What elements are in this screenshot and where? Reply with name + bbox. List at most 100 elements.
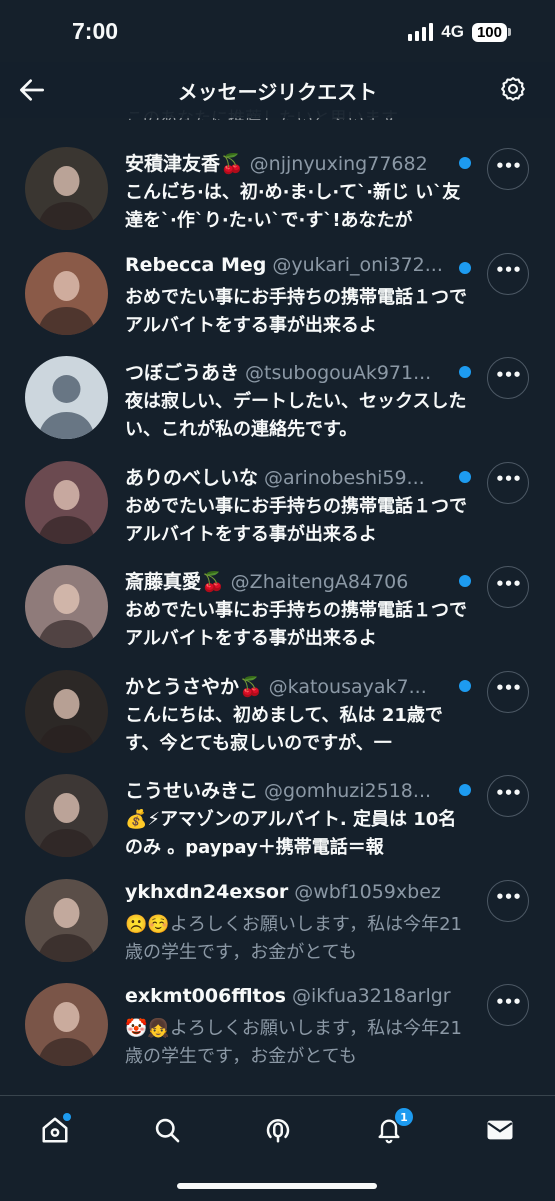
message-request-row[interactable]: exkmt006ffltos @ikfua3218arlgr ••• 🤡👧よろしく… — [0, 971, 555, 1076]
unread-dot — [459, 470, 471, 483]
sender-line: こうせいみきこ @gomhuzi2518... — [125, 776, 460, 803]
home-unread-dot — [63, 1113, 71, 1121]
ellipsis-icon: ••• — [495, 783, 522, 802]
message-request-row[interactable]: かとうさやか🍒 @katousayak7... ••• こんにちは、初めまして、私… — [0, 658, 555, 763]
sender-name: Rebecca Meg — [125, 253, 267, 276]
sender-name: つぼごうあき — [125, 362, 240, 384]
message-preview: こんにちは、初めまして、私は 21歳です、今とても寂しいのですが、一 — [125, 704, 443, 754]
more-options-button[interactable]: ••• — [487, 461, 529, 504]
status-bar: 7:00 4G 100 — [0, 0, 555, 62]
nav-messages[interactable] — [478, 1108, 522, 1152]
avatar[interactable] — [25, 983, 108, 1066]
sender-name: かとうさやか🍒 — [125, 675, 263, 698]
signal-icon — [408, 23, 434, 41]
nav-notifications[interactable]: 1 — [367, 1108, 413, 1152]
status-indicators: 4G 100 — [408, 22, 511, 42]
message-request-list: 安積津友香🍒 @njjnyuxing77682 ••• こんに゙ち·は、初·め·ま… — [0, 135, 555, 1076]
sender-handle: @wbf1059xbez — [294, 880, 441, 903]
nav-home[interactable] — [33, 1108, 77, 1152]
message-request-row[interactable]: こうせいみきこ @gomhuzi2518... ••• 💰⚡アマゾンのアルバイト.… — [0, 762, 555, 867]
ellipsis-icon: ••• — [495, 470, 522, 488]
sender-line: 斎藤真愛🍒 @ZhaitengA84706 — [125, 567, 460, 594]
message-request-row[interactable]: 斎藤真愛🍒 @ZhaitengA84706 ••• おめでたい事にお手持ちの携帯電… — [0, 553, 555, 658]
ellipsis-icon: ••• — [495, 365, 522, 384]
unread-dot — [459, 575, 471, 587]
more-options-button[interactable]: ••• — [487, 670, 529, 713]
message-preview: こんに゙ち·は、初·め·ま·し·て`·新じ い`友達を`·作`り·た·い`で·す… — [125, 182, 461, 231]
sender-handle: @arinobeshi59... — [264, 466, 425, 489]
page-title: メッセージリクエスト — [177, 80, 378, 104]
sender-line: Rebecca Meg @yukari_oni372... — [125, 254, 460, 276]
sender-line: かとうさやか🍒 @katousayak7... — [125, 672, 460, 699]
unread-dot — [459, 784, 471, 796]
sender-handle: @ikfua3218arlgr — [291, 985, 451, 1007]
sender-line: つぼごうあき @tsubogouAk971... — [125, 358, 460, 385]
avatar[interactable] — [25, 669, 108, 753]
message-preview: おめでたい事にお手持ちの携帯電話１つでアルバイトをする事が出来るよ — [125, 600, 467, 649]
network-type: 4G — [441, 22, 464, 41]
message-preview: おめでたい事にお手持ちの携帯電話１つでアルバイトをする事が出来るよ — [125, 286, 467, 336]
sender-handle: @gomhuzi2518... — [264, 780, 432, 802]
status-time: 7:00 — [72, 18, 119, 44]
message-request-row[interactable]: ありのべしいな @arinobeshi59... ••• おめでたい事にお手持ちの… — [0, 449, 555, 554]
message-request-row[interactable]: Rebecca Meg @yukari_oni372... ••• おめでたい事に… — [0, 240, 555, 345]
sender-name: 安積津友香🍒 — [125, 153, 244, 175]
sender-line: 安積津友香🍒 @njjnyuxing77682 — [125, 149, 460, 176]
sender-handle: @tsubogouAk971... — [245, 362, 432, 384]
unread-dot — [459, 679, 471, 692]
sender-handle: @njjnyuxing77682 — [249, 153, 428, 175]
unread-dot — [459, 157, 471, 169]
header: メッセージリクエスト — [0, 62, 555, 118]
sender-name: ykhxdn24exsor — [125, 880, 289, 903]
more-options-button[interactable]: ••• — [487, 879, 529, 922]
sender-handle: @ZhaitengA84706 — [230, 571, 409, 593]
avatar[interactable] — [25, 565, 108, 648]
ellipsis-icon: ••• — [495, 992, 522, 1011]
settings-button[interactable] — [499, 76, 527, 104]
nav-search[interactable] — [145, 1108, 189, 1152]
avatar[interactable] — [25, 356, 108, 439]
home-indicator — [177, 1183, 377, 1189]
avatar[interactable] — [25, 460, 108, 544]
sender-name: 斎藤真愛🍒 — [125, 571, 225, 593]
ellipsis-icon: ••• — [495, 574, 522, 593]
nav-spaces[interactable] — [256, 1108, 300, 1152]
message-preview: ☹️☺️よろしくお願いします，私は今年21歳の学生です，お金がとても — [125, 913, 463, 963]
avatar[interactable] — [25, 878, 108, 962]
ellipsis-icon: ••• — [495, 888, 522, 906]
more-options-button[interactable]: ••• — [487, 148, 529, 190]
sender-handle: @katousayak7... — [268, 675, 427, 698]
envelope-icon — [487, 1120, 513, 1140]
search-icon — [155, 1118, 180, 1143]
spaces-icon — [266, 1119, 290, 1143]
sender-name: exkmt006ffltos — [125, 985, 286, 1007]
more-options-button[interactable]: ••• — [487, 775, 529, 817]
message-preview: 💰⚡アマゾンのアルバイト. 定員は 10名のみ 。paypay＋携帯電話＝報 — [125, 809, 457, 858]
message-request-row[interactable]: つぼごうあき @tsubogouAk971... ••• 夜は寂しい、デートしたい… — [0, 344, 555, 449]
message-preview: 🤡👧よろしくお願いします，私は今年21歳の学生です，お金がとても — [125, 1018, 463, 1067]
more-options-button[interactable]: ••• — [487, 566, 529, 608]
sender-handle: @yukari_oni372... — [272, 253, 443, 276]
more-options-button[interactable]: ••• — [487, 984, 529, 1026]
sender-name: ありのべしいな — [125, 466, 259, 489]
bottom-nav: 1 — [0, 1095, 555, 1201]
message-request-row[interactable]: ykhxdn24exsor @wbf1059xbez ••• ☹️☺️よろしくお願… — [0, 867, 555, 972]
sender-line: ありのべしいな @arinobeshi59... — [125, 463, 460, 490]
unread-dot — [459, 261, 471, 274]
avatar[interactable] — [25, 774, 108, 857]
unread-dot — [459, 366, 471, 378]
sender-line: ykhxdn24exsor @wbf1059xbez — [125, 881, 460, 903]
avatar[interactable] — [25, 147, 108, 230]
avatar[interactable] — [25, 251, 108, 335]
message-preview: 夜は寂しい、デートしたい、セックスしたい、これが私の連絡先です。 — [125, 391, 467, 440]
sender-line: exkmt006ffltos @ikfua3218arlgr — [125, 985, 460, 1007]
more-options-button[interactable]: ••• — [487, 357, 529, 399]
battery-icon: 100 — [471, 22, 511, 42]
notification-badge: 1 — [395, 1108, 413, 1126]
ellipsis-icon: ••• — [495, 261, 522, 279]
ellipsis-icon: ••• — [495, 679, 522, 697]
gear-icon — [501, 77, 525, 101]
message-request-row[interactable]: 安積津友香🍒 @njjnyuxing77682 ••• こんに゙ち·は、初·め·ま… — [0, 135, 555, 240]
more-options-button[interactable]: ••• — [487, 252, 529, 295]
ellipsis-icon: ••• — [495, 156, 522, 175]
